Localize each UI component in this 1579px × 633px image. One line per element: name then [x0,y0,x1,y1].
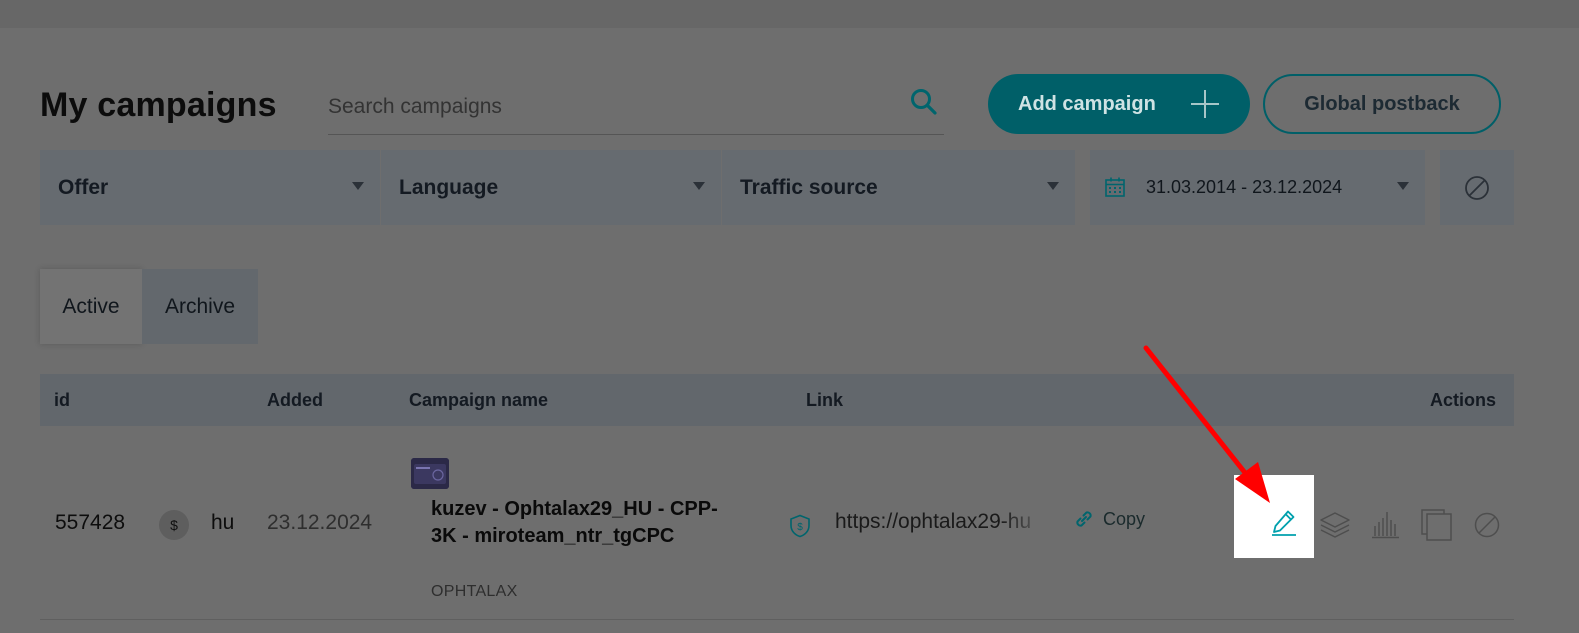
offer-filter[interactable]: Offer [40,150,380,225]
block-campaign-icon[interactable] [1470,508,1504,542]
chevron-down-icon [1397,182,1409,190]
tab-active-label: Active [62,294,120,318]
table-header: id Added Campaign name Link Actions [40,374,1514,426]
global-postback-label: Global postback [1304,92,1460,115]
traffic-source-filter[interactable]: Traffic source [722,150,1075,225]
block-icon [1465,175,1489,200]
tab-archive[interactable]: Archive [142,269,258,344]
date-range-value: 31.03.2014 - 23.12.2024 [1146,177,1343,197]
language-filter[interactable]: Language [381,150,721,225]
column-header-id: id [54,390,70,410]
page-title: My campaigns [40,86,277,124]
shield-dollar-icon: $ [790,514,810,538]
offer-thumbnail [411,458,449,489]
add-campaign-button[interactable]: Add campaign [988,74,1250,134]
search-box [328,82,944,135]
chevron-down-icon [693,182,705,190]
plus-icon [1191,90,1219,118]
duplicate-icon[interactable] [1420,508,1454,542]
add-campaign-label: Add campaign [1018,92,1156,115]
table-row: 557428 $ hu 23.12.2024 kuzev - Ophtalax2… [40,426,1514,620]
campaign-language: hu [211,511,235,534]
tab-archive-label: Archive [164,294,236,318]
currency-badge: $ [159,510,189,540]
pencil-edit-icon[interactable] [1270,508,1298,536]
global-postback-button[interactable]: Global postback [1263,74,1501,134]
top-strip [0,0,1579,28]
link-fade [1000,506,1050,540]
campaign-id: 557428 [55,511,126,534]
date-range-filter[interactable]: 31.03.2014 - 23.12.2024 [1090,150,1425,225]
layers-icon[interactable] [1318,508,1352,542]
language-filter-label: Language [399,175,499,199]
svg-text:$: $ [797,522,803,533]
campaign-name-link[interactable]: kuzev - Ophtalax29_HU - CPP-3K - mirotea… [431,496,731,550]
copy-link-button[interactable]: Copy [1073,508,1145,530]
column-header-link: Link [806,390,844,410]
chevron-down-icon [1047,182,1059,190]
column-header-campaign-name: Campaign name [409,390,549,410]
chevron-down-icon [352,182,364,190]
link-icon [1076,511,1092,527]
search-input[interactable] [328,92,888,122]
search-icon[interactable] [908,86,940,118]
calendar-icon [1105,177,1125,197]
column-header-actions: Actions [1430,390,1497,410]
traffic-source-filter-label: Traffic source [740,175,878,199]
campaign-added-date: 23.12.2024 [267,511,373,534]
offer-filter-label: Offer [58,175,109,199]
copy-label: Copy [1103,508,1146,529]
offer-name: OPHTALAX [431,583,518,600]
clear-filters-button[interactable] [1440,150,1514,225]
tab-active[interactable]: Active [40,269,142,344]
statistics-bars-icon[interactable] [1369,508,1403,542]
column-header-added: Added [267,390,323,410]
